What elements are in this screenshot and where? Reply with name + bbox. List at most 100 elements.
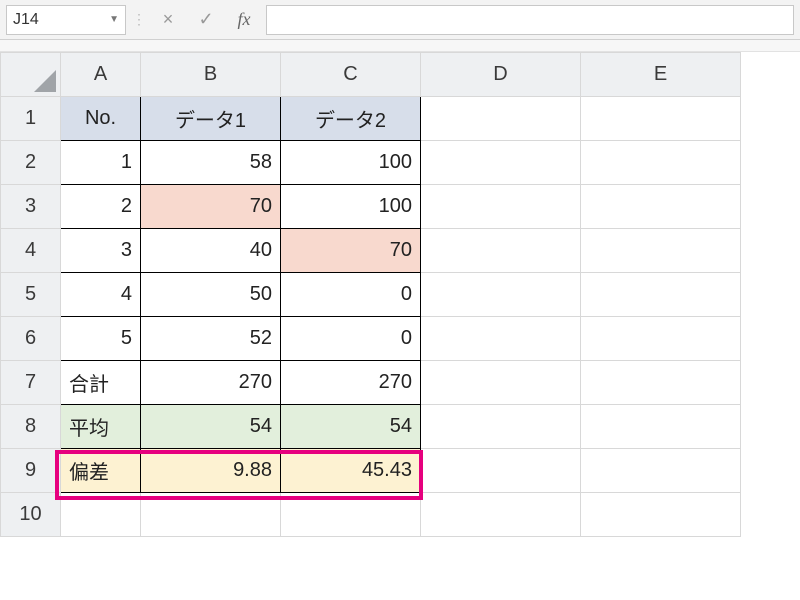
cell-B3[interactable]: 70 [141,185,281,229]
cell-E1[interactable] [581,97,741,141]
cell-E4[interactable] [581,229,741,273]
cell-C7[interactable]: 270 [281,361,421,405]
chevron-down-icon: ▼ [109,14,119,25]
cell-E3[interactable] [581,185,741,229]
cancel-button[interactable]: × [152,5,184,35]
cell-A4[interactable]: 3 [61,229,141,273]
cell-A6[interactable]: 5 [61,317,141,361]
row-header-8[interactable]: 8 [1,405,61,449]
cell-D10[interactable] [421,493,581,537]
cell-B8[interactable]: 54 [141,405,281,449]
cell-D4[interactable] [421,229,581,273]
row-header-10[interactable]: 10 [1,493,61,537]
cell-value: 100 [281,185,420,228]
check-icon: ✓ [198,9,213,30]
table-row: 2 1 58 100 [1,141,741,185]
cell-E6[interactable] [581,317,741,361]
cell-B7[interactable]: 270 [141,361,281,405]
row-header-4[interactable]: 4 [1,229,61,273]
table-row: 5 4 50 0 [1,273,741,317]
cell-B5[interactable]: 50 [141,273,281,317]
cell-C5[interactable]: 0 [281,273,421,317]
spreadsheet-grid[interactable]: A B C D E 1 No. データ1 データ2 2 1 58 100 [0,52,800,537]
cell-value: 4 [61,273,140,316]
cell-A1[interactable]: No. [61,97,141,141]
cell-A8[interactable]: 平均 [61,405,141,449]
row-header-7[interactable]: 7 [1,361,61,405]
row-label: 5 [25,283,36,305]
cell-E2[interactable] [581,141,741,185]
grid-table: A B C D E 1 No. データ1 データ2 2 1 58 100 [0,52,741,537]
col-label: C [343,63,357,85]
cell-E8[interactable] [581,405,741,449]
table-row: 9 偏差 9.88 45.43 [1,449,741,493]
cell-C10[interactable] [281,493,421,537]
row-header-2[interactable]: 2 [1,141,61,185]
cell-C8[interactable]: 54 [281,405,421,449]
cell-D2[interactable] [421,141,581,185]
cell-A3[interactable]: 2 [61,185,141,229]
cell-C4[interactable]: 70 [281,229,421,273]
col-label: D [493,63,507,85]
col-header-E[interactable]: E [581,53,741,97]
table-row: 10 [1,493,741,537]
cell-value: データ1 [141,97,280,140]
col-header-C[interactable]: C [281,53,421,97]
cell-C6[interactable]: 0 [281,317,421,361]
row-header-9[interactable]: 9 [1,449,61,493]
row-header-5[interactable]: 5 [1,273,61,317]
cell-B1[interactable]: データ1 [141,97,281,141]
formula-input[interactable] [266,5,794,35]
cell-D5[interactable] [421,273,581,317]
insert-function-button[interactable]: fx [228,5,260,35]
cell-B6[interactable]: 52 [141,317,281,361]
cell-value: 50 [141,273,280,316]
row-header-3[interactable]: 3 [1,185,61,229]
row-header-6[interactable]: 6 [1,317,61,361]
cell-A10[interactable] [61,493,141,537]
enter-button[interactable]: ✓ [190,5,222,35]
cell-B10[interactable] [141,493,281,537]
cell-E10[interactable] [581,493,741,537]
table-row: 6 5 52 0 [1,317,741,361]
divider-dots-icon: ⋮ [132,11,146,28]
name-box[interactable]: J14 ▼ [6,5,126,35]
cell-D3[interactable] [421,185,581,229]
cell-E9[interactable] [581,449,741,493]
cell-C1[interactable]: データ2 [281,97,421,141]
cell-D1[interactable] [421,97,581,141]
cell-A7[interactable]: 合計 [61,361,141,405]
cell-C9[interactable]: 45.43 [281,449,421,493]
cell-D7[interactable] [421,361,581,405]
cell-D8[interactable] [421,405,581,449]
cell-value: 58 [141,141,280,184]
cell-E5[interactable] [581,273,741,317]
cell-value: 70 [141,185,280,228]
cell-A9[interactable]: 偏差 [61,449,141,493]
cell-D6[interactable] [421,317,581,361]
cell-B4[interactable]: 40 [141,229,281,273]
col-label: A [94,63,107,85]
col-header-D[interactable]: D [421,53,581,97]
cell-C3[interactable]: 100 [281,185,421,229]
cell-value: データ2 [281,97,420,140]
cell-A5[interactable]: 4 [61,273,141,317]
row-label: 6 [25,327,36,349]
col-header-A[interactable]: A [61,53,141,97]
cell-B9[interactable]: 9.88 [141,449,281,493]
row-header-1[interactable]: 1 [1,97,61,141]
select-all-corner[interactable] [1,53,61,97]
cell-value: 52 [141,317,280,360]
ribbon-strip [0,40,800,52]
cell-value: 0 [281,317,420,360]
col-header-B[interactable]: B [141,53,281,97]
cell-B2[interactable]: 58 [141,141,281,185]
cell-A2[interactable]: 1 [61,141,141,185]
row-label: 1 [25,107,36,129]
cell-value: 合計 [61,361,140,404]
cell-D9[interactable] [421,449,581,493]
cell-E7[interactable] [581,361,741,405]
cell-C2[interactable]: 100 [281,141,421,185]
formula-bar: J14 ▼ ⋮ × ✓ fx [0,0,800,40]
col-label: B [204,63,217,85]
